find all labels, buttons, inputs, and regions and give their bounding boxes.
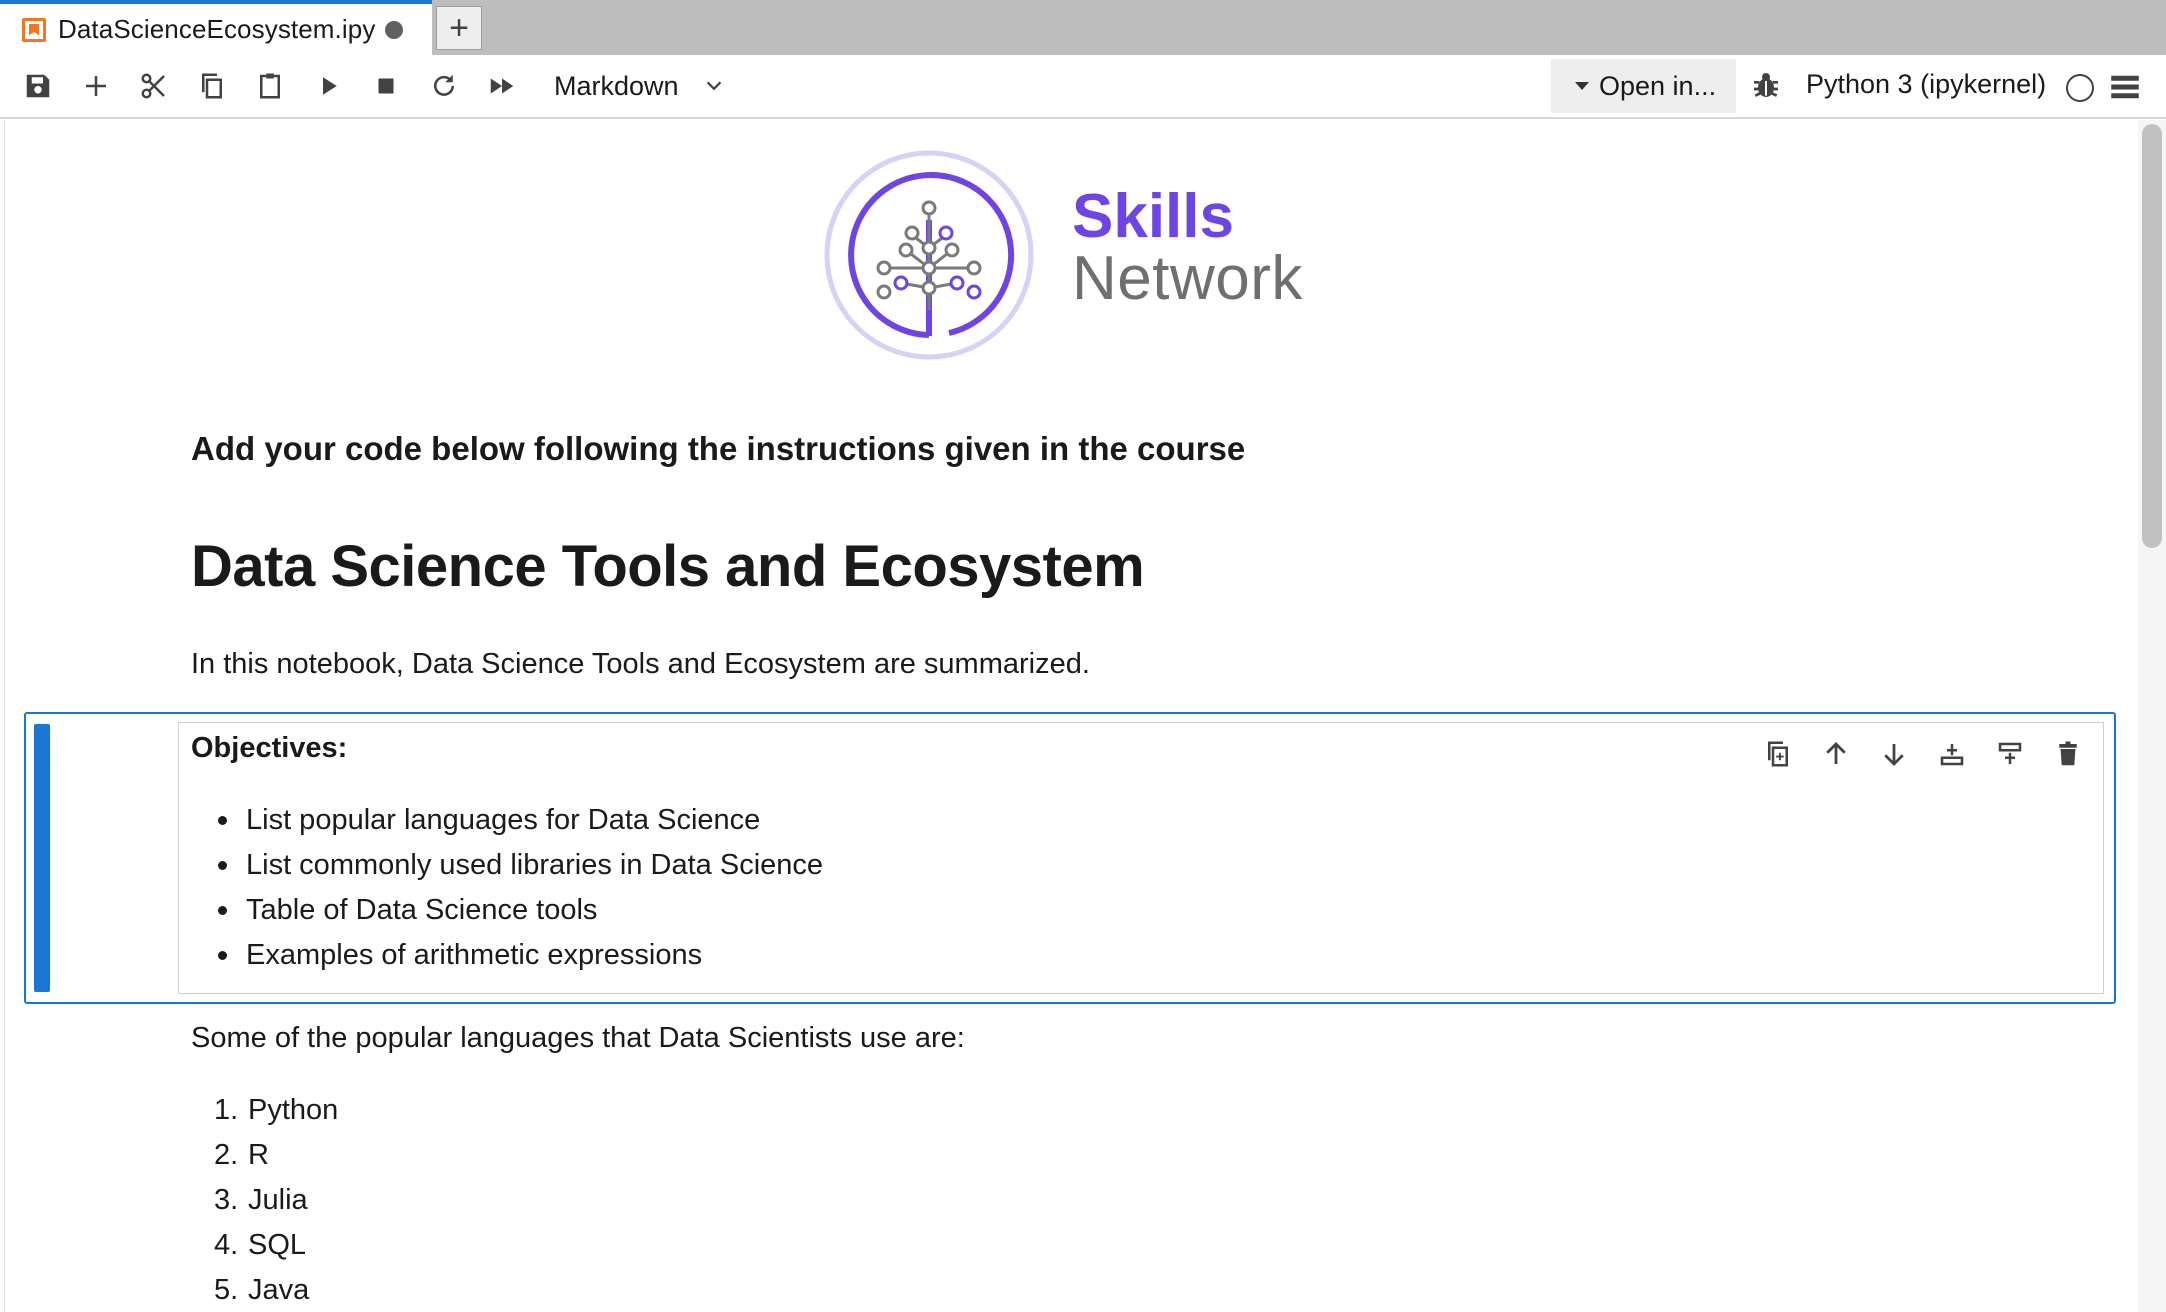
duplicate-cell-icon: [1768, 741, 1788, 767]
copy-icon: [202, 73, 222, 99]
list-number: 2.: [214, 1139, 239, 1171]
intro-paragraph: In this notebook, Data Science Tools and…: [191, 648, 1090, 680]
list-number: 3.: [214, 1184, 239, 1216]
notebook-title: Data Science Tools and Ecosystem: [191, 534, 1145, 599]
property-inspector-menu-icon[interactable]: [2110, 73, 2140, 101]
notebook-toolbar: Markdown Open in... Python 3 (ipykernel): [0, 55, 2166, 119]
restart-icon: [434, 74, 454, 96]
brand-skills-text: Skills: [1072, 182, 1234, 251]
add-cell-icon: [86, 76, 106, 96]
list-item: 5. Java: [214, 1272, 338, 1312]
open-in-label: Open in...: [1599, 70, 1717, 101]
objectives-list: List popular languages for Data Science …: [217, 802, 823, 982]
move-cell-up-button[interactable]: [1814, 732, 1858, 776]
language-name: Julia: [248, 1184, 308, 1216]
cell-collapser[interactable]: [34, 724, 50, 992]
insert-below-icon: [1940, 744, 1964, 766]
list-item: List popular languages for Data Science: [217, 802, 823, 847]
debugger-bug-icon[interactable]: [1750, 69, 1782, 101]
run-button[interactable]: [305, 63, 351, 109]
skills-network-logo-icon: [824, 150, 1034, 360]
move-down-icon: [1884, 744, 1904, 766]
list-item: Table of Data Science tools: [217, 892, 823, 937]
delete-cell-button[interactable]: [2046, 732, 2090, 776]
stop-icon: [378, 78, 394, 94]
kernel-status-idle-icon: [2066, 74, 2094, 102]
tab-bar: DataScienceEcosystem.ipy +: [0, 0, 2166, 55]
insert-cell-above-button[interactable]: [1988, 732, 2032, 776]
notebook-tab[interactable]: DataScienceEcosystem.ipy: [0, 0, 432, 55]
save-button[interactable]: [15, 63, 61, 109]
cut-icon: [141, 73, 165, 99]
brand-wordmark: Skills Network: [1072, 186, 1303, 310]
stop-button[interactable]: [363, 63, 409, 109]
languages-intro: Some of the popular languages that Data …: [191, 1022, 965, 1054]
list-item: 1. Python: [214, 1092, 338, 1137]
languages-list: 1. Python 2. R 3. Julia 4. SQL 5. Java: [214, 1092, 338, 1312]
cut-button[interactable]: [131, 63, 177, 109]
cell-toolbar: [1756, 732, 2086, 776]
notebook-file-icon: [22, 17, 46, 42]
list-item: 4. SQL: [214, 1227, 338, 1272]
list-item: 3. Julia: [214, 1182, 338, 1227]
chevron-down-icon: [706, 81, 721, 91]
list-number: 5.: [214, 1274, 239, 1306]
list-item: 2. R: [214, 1137, 338, 1182]
move-up-icon: [1826, 742, 1846, 764]
delete-cell-icon: [2059, 741, 2077, 766]
move-cell-down-button[interactable]: [1872, 732, 1916, 776]
run-icon: [323, 77, 337, 95]
paste-button[interactable]: [247, 63, 293, 109]
unsaved-indicator-icon[interactable]: [385, 20, 404, 39]
list-item: List commonly used libraries in Data Sci…: [217, 847, 823, 892]
run-all-button[interactable]: [479, 63, 525, 109]
open-in-button[interactable]: Open in...: [1551, 59, 1736, 113]
restart-button[interactable]: [421, 63, 467, 109]
run-all-icon: [490, 78, 514, 94]
tab-title: DataScienceEcosystem.ipy: [58, 14, 376, 44]
copy-button[interactable]: [189, 63, 235, 109]
scrollbar-thumb[interactable]: [2142, 124, 2162, 548]
language-name: R: [248, 1139, 269, 1171]
language-name: SQL: [248, 1229, 307, 1261]
list-item: Examples of arithmetic expressions: [217, 937, 823, 982]
instruction-heading: Add your code below following the instru…: [191, 430, 1246, 467]
objectives-heading: Objectives:: [191, 732, 348, 764]
brand-network-text: Network: [1072, 244, 1303, 313]
language-name: Java: [248, 1274, 310, 1306]
duplicate-cell-button[interactable]: [1756, 732, 1800, 776]
caret-down-icon: [1575, 82, 1589, 90]
add-cell-button[interactable]: [73, 63, 119, 109]
list-number: 1.: [214, 1094, 239, 1126]
cell-type-label: Markdown: [554, 70, 679, 101]
list-number: 4.: [214, 1229, 239, 1261]
language-name: Python: [248, 1094, 339, 1126]
kernel-name[interactable]: Python 3 (ipykernel): [1806, 69, 2046, 100]
paste-icon: [260, 73, 280, 99]
cell-type-dropdown[interactable]: Markdown: [554, 63, 725, 109]
insert-above-icon: [1998, 742, 2022, 764]
insert-cell-below-button[interactable]: [1930, 732, 1974, 776]
save-icon: [26, 74, 50, 98]
new-tab-button[interactable]: +: [436, 6, 482, 50]
